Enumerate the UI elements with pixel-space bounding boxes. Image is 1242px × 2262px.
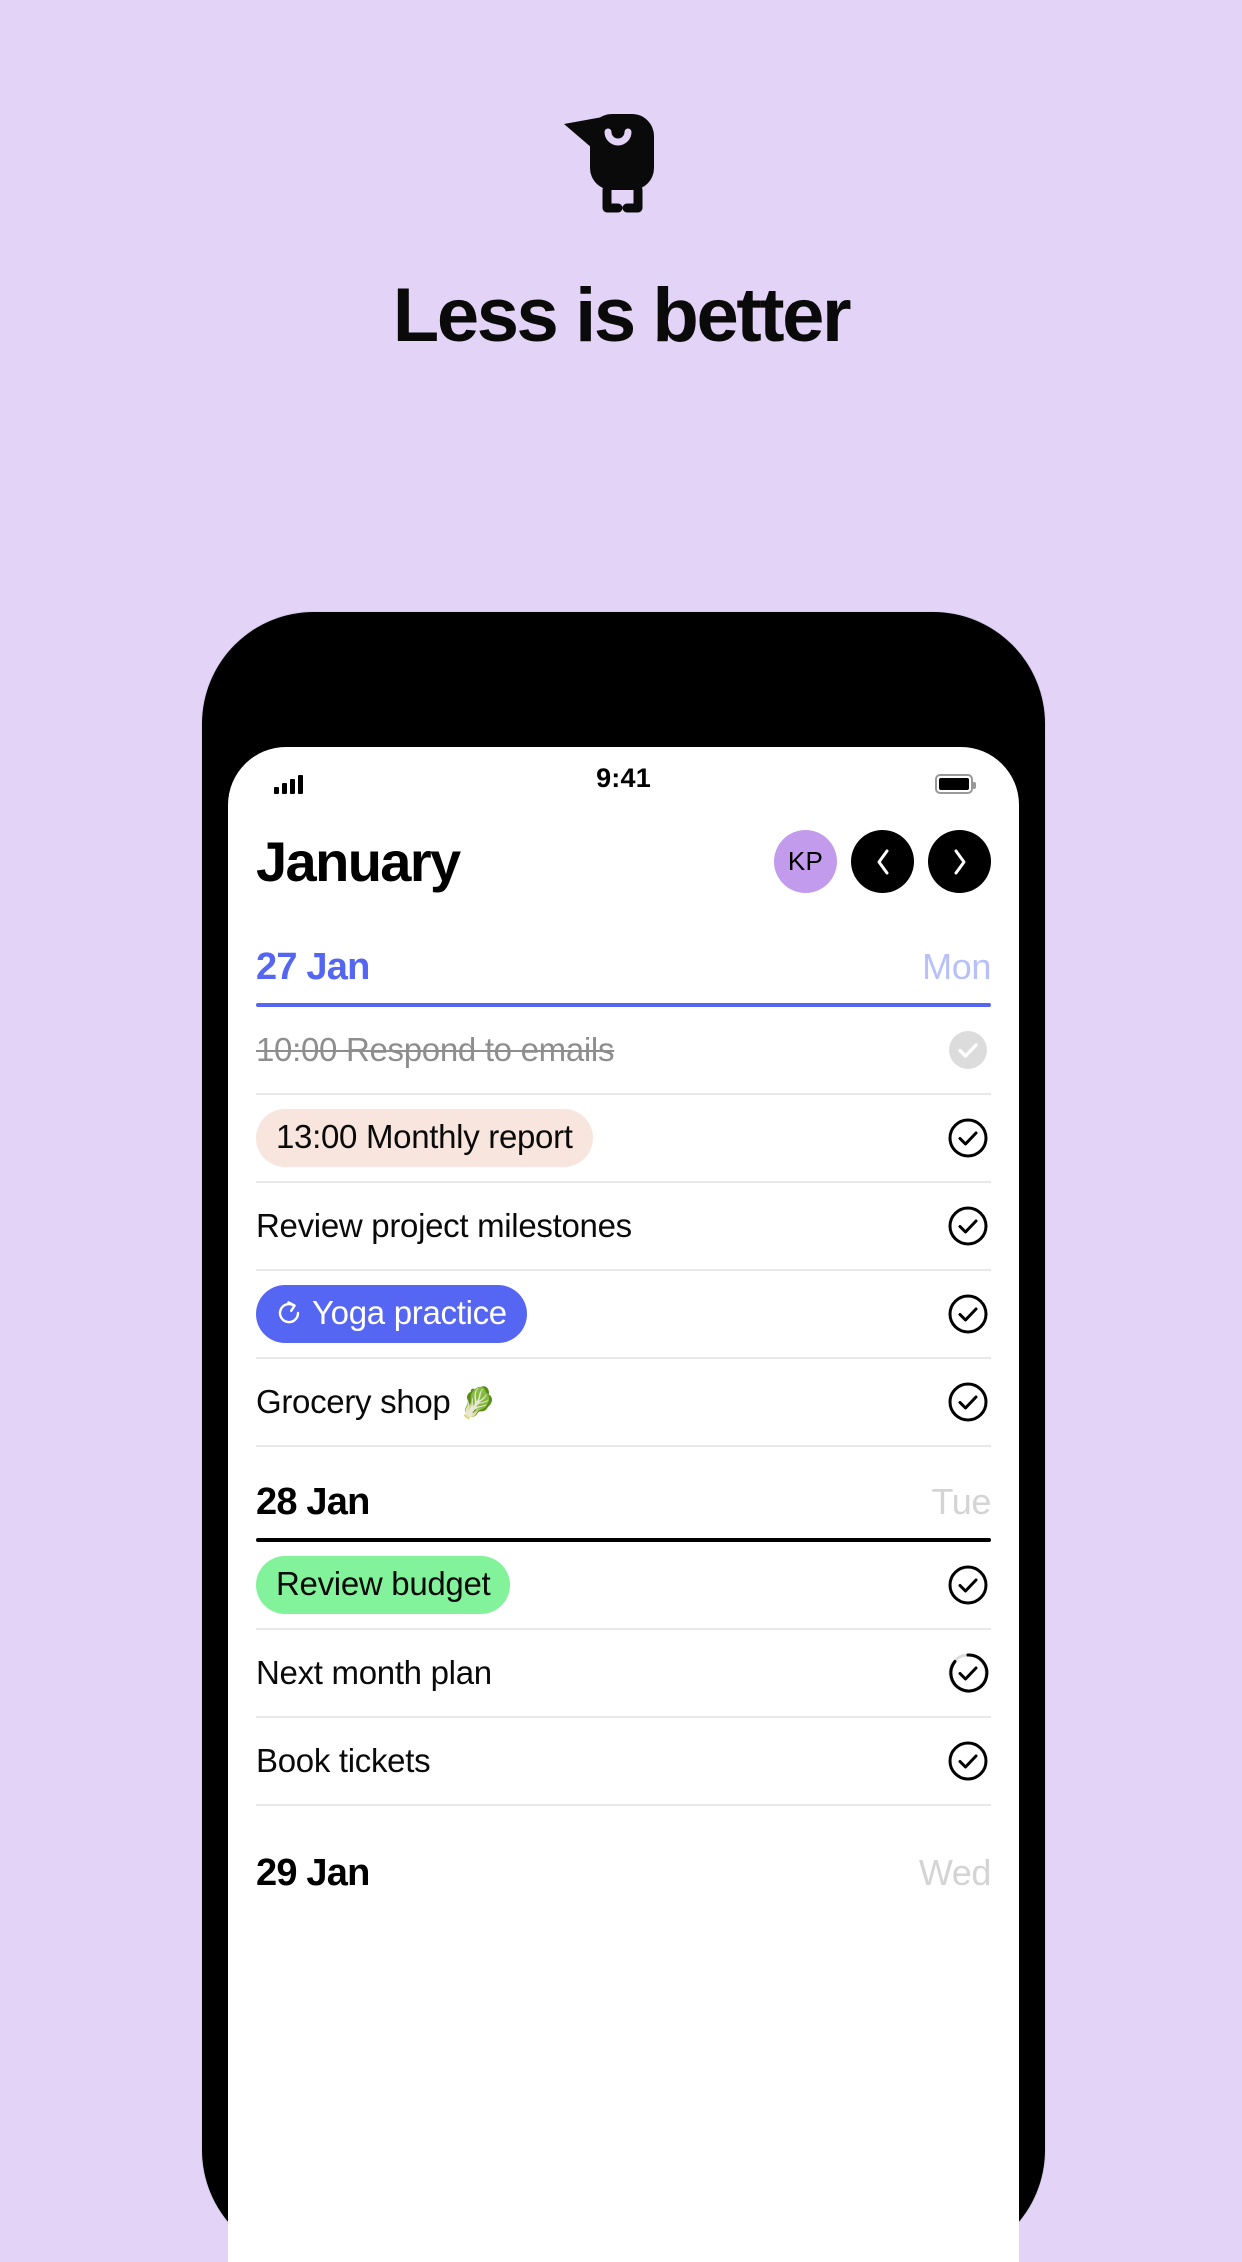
task-label: Book tickets	[256, 1742, 431, 1780]
avatar-initials: KP	[787, 846, 824, 876]
day-weekday: Tue	[931, 1481, 992, 1522]
day-weekday: Mon	[922, 946, 991, 987]
check-outline-icon[interactable]	[945, 1115, 991, 1161]
task-row[interactable]: Yoga practice	[256, 1271, 991, 1359]
check-outline-icon[interactable]	[945, 1562, 991, 1608]
page-title: Less is better	[392, 273, 852, 358]
agenda-list: 27 Jan Mon 10:00 Respond to emails 13:00…	[228, 912, 1019, 1909]
check-outline-icon[interactable]	[945, 1379, 991, 1425]
day-header[interactable]: 29 Jan Wed	[256, 1806, 991, 1909]
day-header[interactable]: 28 Jan Tue	[256, 1447, 991, 1538]
day-date: 27 Jan	[256, 946, 370, 988]
check-filled-icon[interactable]	[945, 1027, 991, 1073]
check-progress-icon[interactable]	[945, 1650, 991, 1696]
day-group-28-jan: 28 Jan Tue Review budget Next month plan	[256, 1447, 991, 1806]
task-row[interactable]: Review project milestones	[256, 1183, 991, 1271]
leafy-green-emoji: 🥬	[459, 1387, 497, 1420]
status-bar-time: 9:41	[596, 763, 651, 793]
task-row[interactable]: 13:00 Monthly report	[256, 1095, 991, 1183]
chevron-right-icon	[954, 849, 965, 874]
day-weekday: Wed	[918, 1852, 992, 1893]
check-outline-icon[interactable]	[945, 1203, 991, 1249]
task-row[interactable]: Review budget	[256, 1542, 991, 1630]
task-label: Yoga practice	[312, 1294, 507, 1332]
day-group-27-jan: 27 Jan Mon 10:00 Respond to emails 13:00…	[256, 912, 991, 1447]
task-label: 10:00 Respond to emails	[256, 1031, 615, 1069]
hero-section: Less is better	[0, 0, 1242, 354]
task-label-pill: Yoga practice	[256, 1285, 527, 1343]
task-row[interactable]: Grocery shop 🥬	[256, 1359, 991, 1447]
day-date: 29 Jan	[256, 1852, 370, 1894]
phone-screen: 9:41 January KP 27 Jan Mon 10:00 Respond…	[228, 747, 1019, 2262]
header-actions: KP	[774, 830, 991, 893]
task-label: Grocery shop	[256, 1383, 451, 1420]
chevron-left-icon	[877, 849, 888, 874]
check-outline-icon[interactable]	[945, 1291, 991, 1337]
task-label: Next month plan	[256, 1654, 492, 1692]
prev-month-button[interactable]	[851, 830, 914, 893]
bird-logo-icon	[546, 96, 696, 216]
task-label: 13:00 Monthly report	[256, 1109, 593, 1167]
check-outline-icon[interactable]	[945, 1738, 991, 1784]
next-month-button[interactable]	[928, 830, 991, 893]
month-title: January	[256, 830, 461, 893]
task-label: Review project milestones	[256, 1207, 632, 1245]
day-group-29-jan: 29 Jan Wed	[256, 1806, 991, 1909]
status-bar: 9:41	[228, 747, 1019, 807]
app-header: January KP	[228, 807, 1019, 912]
task-row[interactable]: Next month plan	[256, 1630, 991, 1718]
task-label-with-emoji: Grocery shop 🥬	[256, 1382, 497, 1422]
day-header[interactable]: 27 Jan Mon	[256, 912, 991, 1003]
day-date: 28 Jan	[256, 1481, 370, 1523]
avatar[interactable]: KP	[774, 830, 837, 893]
repeat-icon	[278, 1301, 300, 1324]
task-row[interactable]: 10:00 Respond to emails	[256, 1007, 991, 1095]
battery-icon	[935, 774, 976, 794]
task-label: Review budget	[256, 1556, 511, 1614]
task-row[interactable]: Book tickets	[256, 1718, 991, 1806]
phone-mockup: 9:41 January KP 27 Jan Mon 10:00 Respond…	[202, 612, 1045, 2262]
